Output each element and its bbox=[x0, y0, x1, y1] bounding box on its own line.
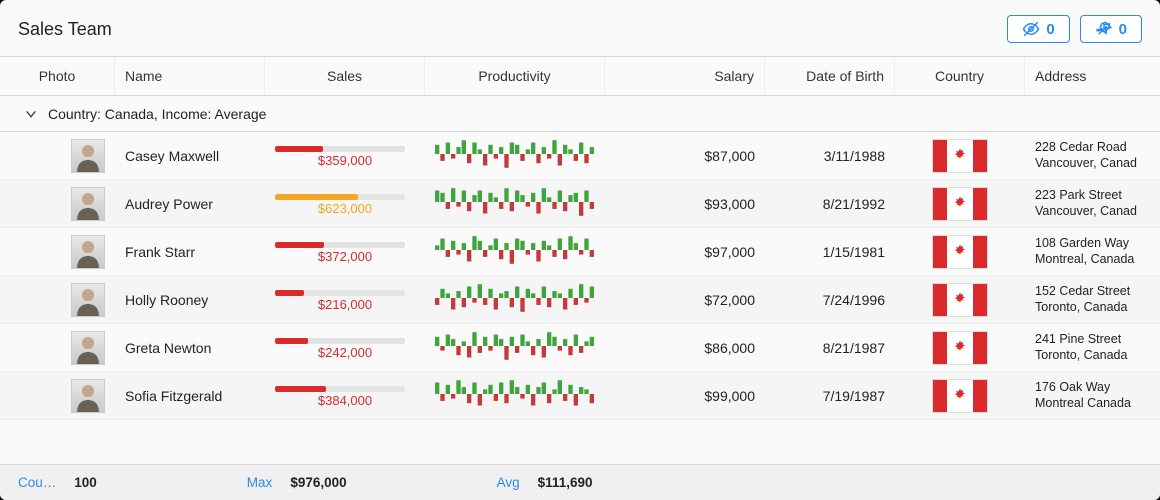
eye-off-icon bbox=[1022, 20, 1040, 38]
sparkline bbox=[425, 138, 605, 173]
flag-canada bbox=[932, 187, 988, 221]
salary-cell: $72,000 bbox=[605, 292, 765, 308]
table-row[interactable]: Greta Newton $242,000 $86,000 8/21/1987 … bbox=[0, 324, 1160, 372]
sales-bar: $216,000 bbox=[275, 290, 415, 310]
col-address[interactable]: Address bbox=[1025, 57, 1160, 95]
salary-cell: $87,000 bbox=[605, 148, 765, 164]
pin-button[interactable]: 0 bbox=[1080, 15, 1142, 43]
group-row[interactable]: Country: Canada, Income: Average bbox=[0, 96, 1160, 132]
table-row[interactable]: Audrey Power $623,000 $93,000 8/21/1992 … bbox=[0, 180, 1160, 228]
hide-columns-button[interactable]: 0 bbox=[1007, 15, 1069, 43]
table-row[interactable]: Frank Starr $372,000 $97,000 1/15/1981 1… bbox=[0, 228, 1160, 276]
flag-canada bbox=[932, 139, 988, 173]
sales-bar: $384,000 bbox=[275, 386, 415, 406]
col-name[interactable]: Name bbox=[115, 57, 265, 95]
sales-value: $372,000 bbox=[275, 249, 415, 264]
sales-bar: $242,000 bbox=[275, 338, 415, 358]
avatar bbox=[71, 139, 105, 173]
hidden-count: 0 bbox=[1046, 21, 1054, 38]
salary-cell: $86,000 bbox=[605, 340, 765, 356]
pin-icon bbox=[1095, 20, 1113, 38]
header: Sales Team 0 0 bbox=[0, 0, 1160, 56]
pinned-count: 0 bbox=[1119, 21, 1127, 38]
col-dob[interactable]: Date of Birth bbox=[765, 57, 895, 95]
table-row[interactable]: Sofia Fitzgerald $384,000 $99,000 7/19/1… bbox=[0, 372, 1160, 420]
sales-value: $623,000 bbox=[275, 201, 415, 216]
sales-bar: $372,000 bbox=[275, 242, 415, 262]
flag-canada bbox=[932, 235, 988, 269]
sparkline bbox=[425, 234, 605, 269]
chevron-down-icon bbox=[24, 107, 38, 121]
flag-canada bbox=[932, 283, 988, 317]
dob-cell: 1/15/1981 bbox=[765, 244, 895, 260]
name-cell: Sofia Fitzgerald bbox=[115, 388, 265, 404]
sparkline bbox=[425, 330, 605, 365]
address-cell: 228 Cedar RoadVancouver, Canad bbox=[1025, 140, 1160, 171]
address-cell: 223 Park StreetVancouver, Canad bbox=[1025, 188, 1160, 219]
sales-bar: $359,000 bbox=[275, 146, 415, 166]
salary-cell: $93,000 bbox=[605, 196, 765, 212]
page-title: Sales Team bbox=[18, 19, 112, 40]
footer-count-label[interactable]: Cou… bbox=[18, 475, 56, 490]
name-cell: Audrey Power bbox=[115, 196, 265, 212]
footer-max-value: $976,000 bbox=[290, 475, 346, 490]
sales-value: $242,000 bbox=[275, 345, 415, 360]
dob-cell: 8/21/1987 bbox=[765, 340, 895, 356]
sales-value: $359,000 bbox=[275, 153, 415, 168]
footer-max-label[interactable]: Max bbox=[247, 475, 273, 490]
dob-cell: 7/19/1987 bbox=[765, 388, 895, 404]
sales-value: $216,000 bbox=[275, 297, 415, 312]
footer: Cou… 100 Max $976,000 Avg $111,690 bbox=[0, 464, 1160, 500]
col-salary[interactable]: Salary bbox=[605, 57, 765, 95]
footer-avg-value: $111,690 bbox=[538, 475, 593, 490]
group-label: Country: Canada, Income: Average bbox=[48, 106, 266, 122]
footer-avg-label[interactable]: Avg bbox=[497, 475, 520, 490]
avatar bbox=[71, 379, 105, 413]
footer-count-value: 100 bbox=[74, 475, 97, 490]
sparkline bbox=[425, 186, 605, 221]
sales-bar: $623,000 bbox=[275, 194, 415, 214]
salary-cell: $99,000 bbox=[605, 388, 765, 404]
name-cell: Frank Starr bbox=[115, 244, 265, 260]
sparkline bbox=[425, 378, 605, 413]
address-cell: 176 Oak WayMontreal Canada bbox=[1025, 380, 1160, 411]
salary-cell: $97,000 bbox=[605, 244, 765, 260]
name-cell: Greta Newton bbox=[115, 340, 265, 356]
avatar bbox=[71, 187, 105, 221]
table-row[interactable]: Holly Rooney $216,000 $72,000 7/24/1996 … bbox=[0, 276, 1160, 324]
address-cell: 241 Pine StreetToronto, Canada bbox=[1025, 332, 1160, 363]
table-row[interactable]: Casey Maxwell $359,000 $87,000 3/11/1988… bbox=[0, 132, 1160, 180]
sparkline bbox=[425, 282, 605, 317]
name-cell: Holly Rooney bbox=[115, 292, 265, 308]
avatar bbox=[71, 235, 105, 269]
avatar bbox=[71, 331, 105, 365]
column-headers: Photo Name Sales Productivity Salary Dat… bbox=[0, 56, 1160, 96]
name-cell: Casey Maxwell bbox=[115, 148, 265, 164]
avatar bbox=[71, 283, 105, 317]
flag-canada bbox=[932, 331, 988, 365]
col-productivity[interactable]: Productivity bbox=[425, 57, 605, 95]
col-sales[interactable]: Sales bbox=[265, 57, 425, 95]
dob-cell: 3/11/1988 bbox=[765, 148, 895, 164]
dob-cell: 8/21/1992 bbox=[765, 196, 895, 212]
col-photo[interactable]: Photo bbox=[0, 57, 115, 95]
sales-value: $384,000 bbox=[275, 393, 415, 408]
dob-cell: 7/24/1996 bbox=[765, 292, 895, 308]
address-cell: 152 Cedar StreetToronto, Canada bbox=[1025, 284, 1160, 315]
col-country[interactable]: Country bbox=[895, 57, 1025, 95]
flag-canada bbox=[932, 379, 988, 413]
address-cell: 108 Garden WayMontreal, Canada bbox=[1025, 236, 1160, 267]
